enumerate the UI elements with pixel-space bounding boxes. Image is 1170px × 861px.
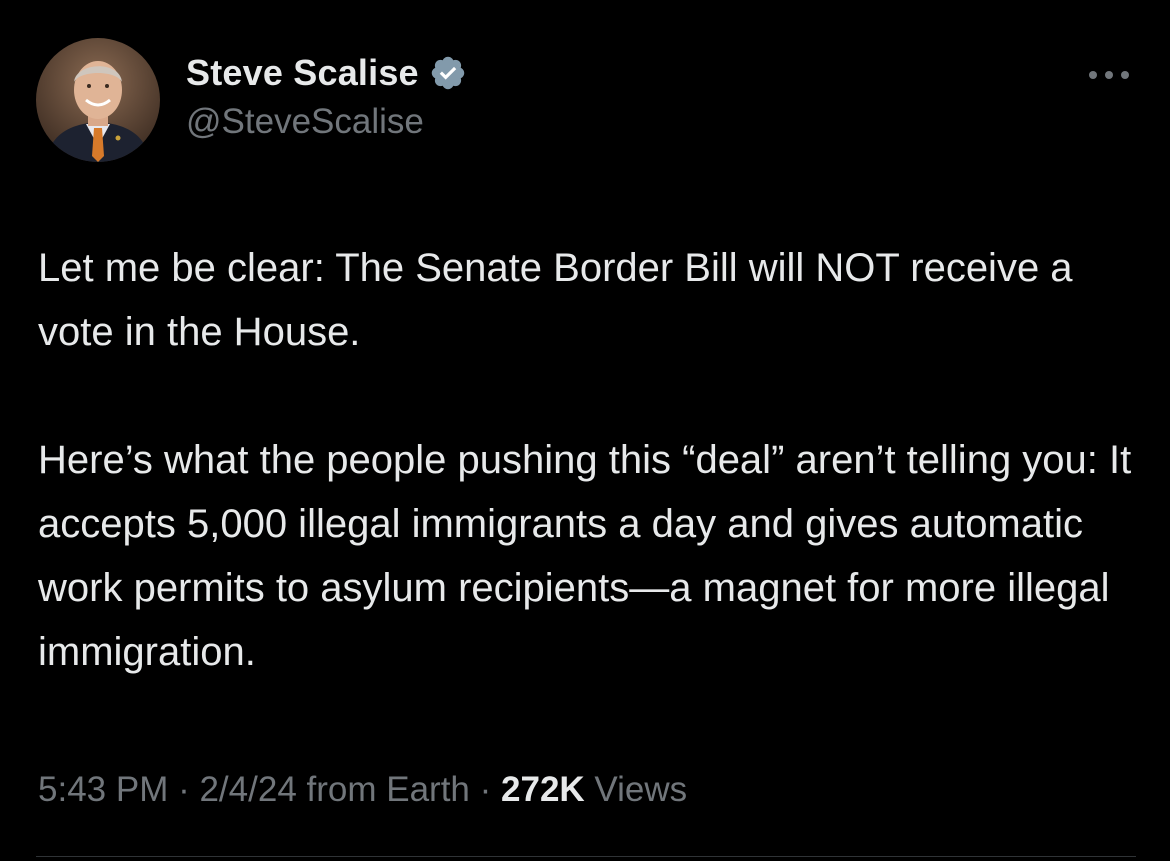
display-name[interactable]: Steve Scalise <box>186 52 419 94</box>
tweet: Steve Scalise @SteveScalise Let me be cl… <box>0 0 1170 861</box>
tweet-paragraph: Let me be clear: The Senate Border Bill … <box>38 246 1073 354</box>
tweet-time[interactable]: 5:43 PM <box>38 770 168 809</box>
avatar[interactable] <box>36 38 160 162</box>
profile-photo-icon <box>36 38 160 162</box>
author-name-row: Steve Scalise <box>186 50 467 96</box>
tweet-paragraph: Here’s what the people pushing this “dea… <box>38 438 1132 674</box>
tweet-text: Let me be clear: The Senate Border Bill … <box>38 236 1138 684</box>
tweet-source: from Earth <box>306 770 470 809</box>
meta-separator: · <box>469 770 502 809</box>
tweet-date[interactable]: 2/4/24 <box>199 770 296 809</box>
meta-separator: · <box>168 770 200 809</box>
views-label: Views <box>594 770 688 809</box>
author-handle[interactable]: @SteveScalise <box>186 102 424 142</box>
tweet-metadata: 5:43 PM · 2/4/24 from Earth · 272K Views <box>38 770 687 810</box>
divider <box>36 856 1136 857</box>
verified-badge-icon[interactable] <box>429 54 467 92</box>
more-horizontal-icon[interactable] <box>1084 60 1134 90</box>
views-count[interactable]: 272K <box>501 770 585 809</box>
